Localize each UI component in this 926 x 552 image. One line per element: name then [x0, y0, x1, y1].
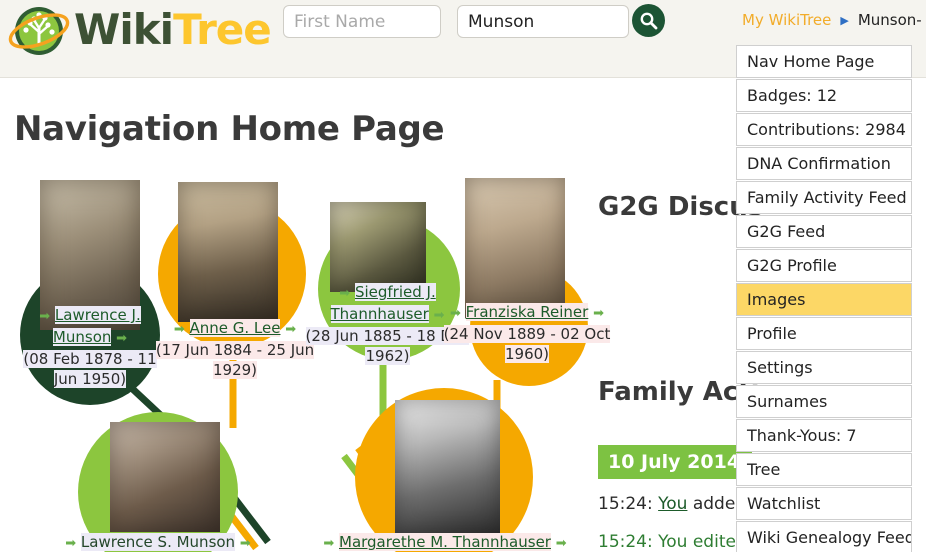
menu-item-nav-home-page[interactable]: Nav Home Page	[736, 45, 912, 78]
search-icon	[640, 12, 658, 30]
person-name-current[interactable]: Lawrence S. Munson	[80, 533, 236, 551]
node-photo	[465, 178, 565, 318]
tree-icon-left: ➡	[339, 286, 351, 301]
my-wikitree-dropdown-menu[interactable]: Nav Home Page Badges: 12 Contributions: 29…	[736, 45, 912, 552]
logo-text-tree: Tree	[173, 5, 272, 54]
person-name-link[interactable]: Franziska Reiner	[465, 303, 589, 321]
menu-item-settings[interactable]: Settings	[736, 351, 912, 384]
menu-item-images[interactable]: Images	[736, 283, 912, 316]
last-name-input[interactable]	[457, 5, 629, 38]
menu-item-family-activity-feed[interactable]: Family Activity Feed	[736, 181, 912, 214]
person-dates: (24 Nov 1889 - 02 Oct 1960)	[443, 325, 611, 363]
activity-date-bar: 10 July 2014	[598, 445, 753, 479]
first-name-input[interactable]	[283, 5, 441, 38]
menu-item-surnames[interactable]: Surnames	[736, 385, 912, 418]
tree-icon-left: ➡	[173, 322, 185, 337]
logo-text-wiki: Wiki	[74, 5, 174, 54]
activity-text: edite	[692, 532, 736, 552]
person-name-link[interactable]: Anne G. Lee	[189, 319, 281, 337]
activity-actor-link[interactable]: You	[658, 494, 687, 514]
menu-item-watchlist[interactable]: Watchlist	[736, 487, 912, 520]
tree-icon-right: ➡	[116, 331, 128, 346]
person-dates: (17 Jun 1884 - 25 Jun 1929)	[155, 341, 315, 379]
node-photo	[330, 202, 426, 292]
tree-icon-left: ➡	[323, 536, 335, 551]
activity-time: 15:24:	[598, 494, 653, 514]
tree-icon-left: ➡	[65, 536, 77, 551]
menu-item-g2g-profile[interactable]: G2G Profile	[736, 249, 912, 282]
family-tree: ➡ Lawrence J. Munson ➡ (08 Feb 1878 - 11…	[0, 170, 611, 552]
tree-icon-right: ➡	[593, 306, 605, 321]
tree-icon-left: ➡	[39, 309, 51, 324]
activity-row: 15:24: You edite	[598, 532, 736, 552]
search-button[interactable]	[632, 4, 665, 37]
menu-item-tree[interactable]: Tree	[736, 453, 912, 486]
tree-icon-right: ➡	[555, 536, 567, 551]
page-title: Navigation Home Page	[14, 109, 445, 149]
menu-item-contributions-2984[interactable]: Contributions: 2984	[736, 113, 912, 146]
node-caption: ➡ Lawrence J. Munson ➡ (08 Feb 1878 - 11…	[10, 305, 170, 389]
page-root: WikiTree My WikiTree ▶ Munson- Navigatio…	[0, 0, 926, 552]
activity-time: 15:24:	[598, 532, 653, 552]
person-dates: (08 Feb 1878 - 11 Jun 1950)	[23, 350, 157, 388]
menu-item-badges-12[interactable]: Badges: 12	[736, 79, 912, 112]
activity-actor[interactable]: You	[658, 532, 687, 552]
person-name-link[interactable]: Margarethe M. Thannhauser	[339, 533, 551, 551]
node-caption: ➡ Anne G. Lee ➡ (17 Jun 1884 - 25 Jun 19…	[150, 318, 320, 380]
nav-arrow-icon: ▶	[840, 13, 849, 27]
menu-item-g2g-feed[interactable]: G2G Feed	[736, 215, 912, 248]
wikitree-logo-icon	[8, 7, 70, 55]
node-photo	[110, 422, 220, 532]
node-caption: ➡ Lawrence S. Munson ➡	[48, 532, 268, 552]
activity-text: adde	[692, 494, 736, 514]
nav-my-wikitree[interactable]: My WikiTree	[742, 11, 831, 29]
activity-row: 15:24: You adde	[598, 494, 735, 514]
menu-item-dna-confirmation[interactable]: DNA Confirmation	[736, 147, 912, 180]
node-caption: ➡ Margarethe M. Thannhauser ➡	[300, 532, 590, 552]
tree-icon-left: ➡	[449, 306, 461, 321]
top-navigation: My WikiTree ▶ Munson-	[742, 11, 922, 29]
node-photo	[395, 400, 500, 535]
person-name-link[interactable]: Lawrence J. Munson	[52, 306, 141, 346]
nav-username[interactable]: Munson-	[858, 11, 922, 29]
node-photo	[178, 182, 278, 322]
menu-item-thank-yous-7[interactable]: Thank-Yous: 7	[736, 419, 912, 452]
node-caption: ➡ Franziska Reiner ➡ (24 Nov 1889 - 02 O…	[442, 302, 612, 364]
menu-item-wiki-genealogy-feed[interactable]: Wiki Genealogy Feed	[736, 521, 912, 552]
tree-icon-right: ➡	[285, 322, 297, 337]
tree-icon-right: ➡	[239, 536, 251, 551]
wikitree-logo[interactable]: WikiTree	[8, 2, 272, 58]
menu-item-profile[interactable]: Profile	[736, 317, 912, 350]
